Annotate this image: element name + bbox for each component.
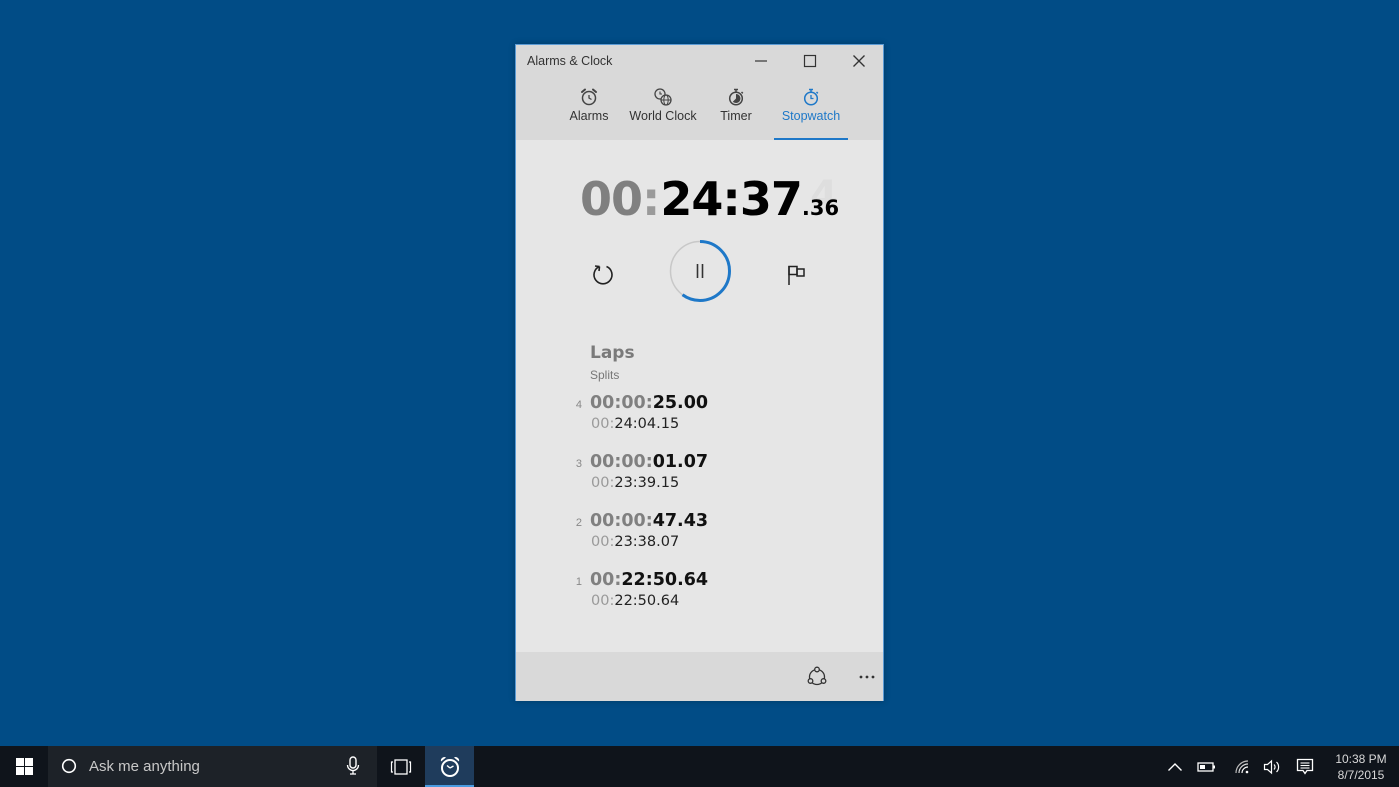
notification-icon — [1296, 758, 1314, 775]
battery-icon — [1197, 762, 1215, 772]
split-time: 00:23:38.07 — [591, 534, 679, 550]
split-time-main: 23:39.15 — [614, 475, 680, 491]
split-time-main: 24:04.15 — [614, 416, 680, 432]
network-button[interactable] — [1231, 756, 1253, 778]
maximize-button[interactable] — [787, 45, 833, 77]
taskbar-alarms-app[interactable] — [425, 746, 474, 787]
cortana-search-box[interactable]: Ask me anything — [48, 746, 377, 787]
elapsed-hours: 00 — [580, 172, 643, 226]
split-time-dim: 00: — [591, 416, 615, 432]
battery-button[interactable] — [1196, 756, 1218, 778]
lap-number: 2 — [575, 517, 582, 529]
windows-logo-icon — [15, 758, 33, 775]
laps-heading: Laps — [590, 343, 635, 363]
split-time-dim: 00: — [591, 475, 615, 491]
task-view-button[interactable] — [378, 746, 424, 787]
tab-stopwatch[interactable]: Stopwatch — [774, 87, 848, 140]
app-command-bar — [516, 652, 883, 701]
elapsed-minutes-seconds: 24:37 — [660, 172, 802, 226]
elapsed-time-display: 00:24:37.36 — [580, 172, 840, 226]
taskbar: Ask me anything 10:38 PM 8/7/2015 — [0, 746, 1399, 787]
world-clock-icon — [654, 88, 672, 106]
pause-icon — [696, 264, 704, 278]
lap-time-dim: 00:00: — [590, 511, 653, 531]
lap-number: 4 — [575, 399, 582, 411]
title-bar[interactable]: Alarms & Clock — [516, 45, 883, 77]
lap-row: 2 00:00:47.43 00:23:38.07 — [566, 511, 816, 559]
share-button[interactable] — [800, 660, 834, 694]
tab-timer[interactable]: Timer — [716, 87, 756, 140]
split-time-dim: 00: — [591, 534, 615, 550]
split-time-main: 23:38.07 — [614, 534, 680, 550]
tab-bar: Alarms World Clock Timer Stopwatch — [516, 77, 883, 140]
more-icon — [859, 675, 875, 679]
elapsed-separator: : — [642, 172, 661, 226]
stopwatch-panel: 4 00:24:37.36 Laps Splits 4 00:00:25.00 … — [516, 140, 883, 652]
minimize-button[interactable] — [738, 45, 784, 77]
tab-world-clock-label: World Clock — [629, 109, 697, 123]
maximize-icon — [803, 54, 817, 68]
clock-time: 10:38 PM — [1335, 752, 1387, 766]
more-options-button[interactable] — [850, 660, 884, 694]
volume-button[interactable] — [1261, 756, 1283, 778]
microphone-icon[interactable] — [346, 756, 360, 776]
chevron-up-icon — [1168, 763, 1182, 771]
lap-time-main: 47.43 — [652, 511, 709, 531]
tab-alarms-label: Alarms — [569, 109, 609, 123]
minimize-icon — [755, 60, 767, 62]
lap-time-main: 01.07 — [652, 452, 709, 472]
lap-row: 4 00:00:25.00 00:24:04.15 — [566, 393, 816, 441]
lap-time: 00:00:01.07 — [590, 452, 708, 472]
reset-button[interactable] — [588, 260, 618, 290]
splits-subheading: Splits — [590, 368, 620, 382]
split-time-dim: 00: — [591, 593, 615, 609]
lap-time: 00:00:25.00 — [590, 393, 708, 413]
clock-date: 8/7/2015 — [1337, 768, 1385, 782]
lap-time-main: 25.00 — [652, 393, 709, 413]
action-center-button[interactable] — [1294, 756, 1316, 778]
taskbar-clock[interactable]: 10:38 PM 8/7/2015 — [1328, 751, 1394, 783]
alarm-clock-icon — [440, 756, 459, 777]
window-title: Alarms & Clock — [527, 54, 613, 68]
split-time: 00:23:39.15 — [591, 475, 679, 491]
tab-alarms[interactable]: Alarms — [564, 87, 614, 140]
search-placeholder: Ask me anything — [89, 758, 200, 775]
lap-number: 3 — [575, 458, 582, 470]
tab-timer-label: Timer — [720, 109, 752, 123]
tab-stopwatch-label: Stopwatch — [781, 109, 841, 123]
flag-icon — [788, 265, 805, 285]
lap-row: 3 00:00:01.07 00:23:39.15 — [566, 452, 816, 500]
lap-number: 1 — [575, 576, 582, 588]
lap-row: 1 00:22:50.64 00:22:50.64 — [566, 570, 816, 618]
share-icon — [807, 666, 827, 686]
tab-world-clock[interactable]: World Clock — [628, 87, 698, 140]
lap-time: 00:22:50.64 — [590, 570, 708, 590]
task-view-icon — [390, 758, 412, 775]
close-button[interactable] — [836, 45, 882, 77]
lap-time-dim: 00: — [590, 570, 622, 590]
lap-time-dim: 00:00: — [590, 452, 653, 472]
timer-icon — [728, 88, 744, 106]
cortana-icon — [61, 758, 77, 774]
close-icon — [853, 55, 865, 67]
alarms-clock-window: Alarms & Clock Alarms World Clock Timer … — [515, 44, 884, 701]
lap-button[interactable] — [782, 260, 812, 290]
split-time: 00:24:04.15 — [591, 416, 679, 432]
reset-icon — [593, 265, 613, 285]
split-time: 00:22:50.64 — [591, 593, 679, 609]
volume-icon — [1263, 759, 1280, 775]
pause-button[interactable] — [668, 239, 732, 303]
lap-time: 00:00:47.43 — [590, 511, 708, 531]
stopwatch-icon — [803, 88, 819, 106]
start-button[interactable] — [0, 746, 48, 787]
wifi-icon — [1235, 760, 1249, 774]
lap-time-main: 22:50.64 — [621, 570, 709, 590]
show-hidden-icons-button[interactable] — [1164, 756, 1186, 778]
alarm-clock-icon — [581, 88, 597, 106]
elapsed-fraction: .36 — [801, 196, 840, 220]
lap-time-dim: 00:00: — [590, 393, 653, 413]
split-time-main: 22:50.64 — [614, 593, 680, 609]
